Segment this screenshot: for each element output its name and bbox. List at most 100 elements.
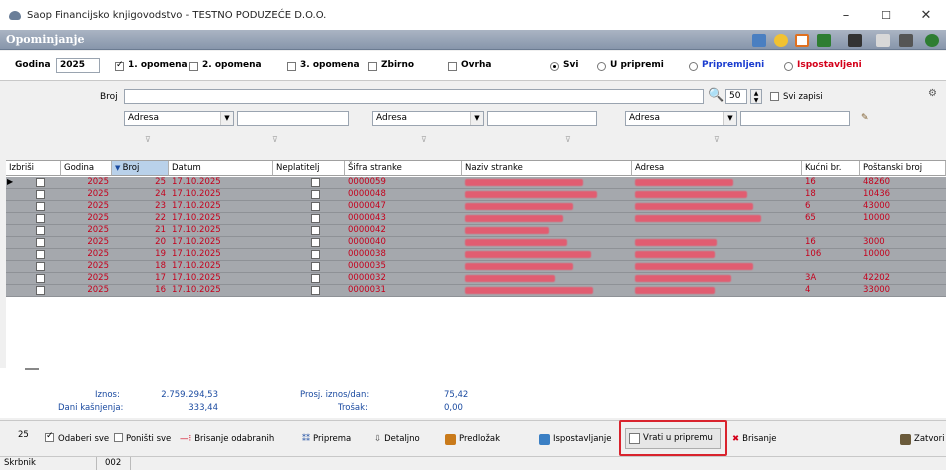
row-neplatitelj-checkbox[interactable]	[311, 274, 320, 283]
zbirno-checkbox[interactable]	[368, 62, 377, 71]
row-delete-checkbox[interactable]	[36, 214, 45, 223]
chevron-down-icon[interactable]: ▼	[470, 112, 483, 125]
cell-kucni-br: 6	[805, 201, 811, 211]
table-row[interactable]: 2025 23 17.10.2025 0000047 6 43000	[6, 201, 946, 213]
document-icon[interactable]	[795, 34, 809, 47]
table-row[interactable]: 2025 22 17.10.2025 0000043 65 10000	[6, 213, 946, 225]
row-delete-checkbox[interactable]	[36, 226, 45, 235]
filter-settings-icon[interactable]: ⚙	[928, 88, 937, 99]
table-row[interactable]: 2025 16 17.10.2025 0000031 4 33000	[6, 285, 946, 297]
column-header-naziv-stranke[interactable]: Naziv stranke	[462, 161, 632, 176]
column-header-adresa[interactable]: Adresa	[632, 161, 802, 176]
limit-spinner[interactable]: ▲ ▼	[750, 89, 762, 104]
redacted-adresa	[635, 275, 731, 282]
row-delete-checkbox[interactable]	[36, 202, 45, 211]
redacted-naziv	[465, 275, 555, 282]
svi-zapisi-checkbox[interactable]	[770, 92, 779, 101]
priprema-button[interactable]: ⁑⁑ Priprema	[302, 431, 351, 447]
odaberi-sve-checkbox[interactable]	[45, 431, 54, 442]
row-delete-checkbox[interactable]	[36, 190, 45, 199]
row-delete-checkbox[interactable]	[36, 238, 45, 247]
filter-icon[interactable]: ⊽	[272, 136, 282, 144]
excel-icon[interactable]	[817, 34, 831, 47]
pripremljeni-radio[interactable]	[689, 62, 698, 71]
ovrha-checkbox[interactable]	[448, 62, 457, 71]
priprema-icon: ⁑⁑	[302, 434, 310, 443]
row-neplatitelj-checkbox[interactable]	[311, 238, 320, 247]
print-icon[interactable]	[848, 34, 862, 47]
row-delete-checkbox[interactable]	[36, 262, 45, 271]
table-row[interactable]: 2025 21 17.10.2025 0000042	[6, 225, 946, 237]
row-neplatitelj-checkbox[interactable]	[311, 226, 320, 235]
close-button[interactable]: ✕	[906, 0, 946, 30]
row-neplatitelj-checkbox[interactable]	[311, 214, 320, 223]
search-icon[interactable]: 🔍	[708, 88, 724, 103]
column-header-sifra-stranke[interactable]: Šifra stranke	[345, 161, 462, 176]
exit-icon[interactable]	[925, 34, 939, 47]
row-delete-checkbox[interactable]	[36, 178, 45, 187]
eraser-icon[interactable]: ✎	[861, 113, 869, 123]
row-neplatitelj-checkbox[interactable]	[311, 262, 320, 271]
column-combo-1[interactable]: Adresa ▼	[124, 111, 234, 126]
settings-icon[interactable]	[876, 34, 890, 47]
table-row[interactable]: 2025 24 17.10.2025 0000048 18 10436	[6, 189, 946, 201]
predlozak-button[interactable]: Predložak	[445, 431, 500, 447]
row-neplatitelj-checkbox[interactable]	[311, 250, 320, 259]
cell-datum: 17.10.2025	[172, 177, 221, 187]
filter-icon[interactable]: ⊽	[565, 136, 575, 144]
limit-input[interactable]: 50	[725, 89, 747, 104]
table-row[interactable]: 2025 18 17.10.2025 0000035	[6, 261, 946, 273]
ispostavljanje-button[interactable]: Ispostavljanje	[539, 431, 611, 447]
column-combo-2[interactable]: Adresa ▼	[372, 111, 484, 126]
row-neplatitelj-checkbox[interactable]	[311, 190, 320, 199]
opomena3-checkbox[interactable]	[287, 62, 296, 71]
column-header-izbrisi[interactable]: Izbriši	[6, 161, 61, 176]
opomena2-checkbox[interactable]	[189, 62, 198, 71]
table-row[interactable]: ▶ 2025 25 17.10.2025 0000059 16 48260	[6, 177, 946, 189]
zatvori-button[interactable]: Zatvori	[900, 431, 944, 447]
odaberi-sve-button[interactable]: Odaberi sve	[58, 431, 109, 447]
brisanje-button[interactable]: ✖ Brisanje	[732, 431, 776, 447]
filter-icon[interactable]: ⊽	[714, 136, 724, 144]
minimize-button[interactable]: –	[826, 0, 866, 30]
brisanje-odabranih-button[interactable]: —⁝ Brisanje odabranih	[180, 431, 274, 447]
year-input[interactable]: 2025	[56, 58, 100, 73]
redacted-adresa	[635, 263, 753, 270]
table-row[interactable]: 2025 20 17.10.2025 0000040 16 3000	[6, 237, 946, 249]
title-bar: Saop Financijsko knjigovodstvo - TESTNO …	[0, 0, 946, 30]
column-header-neplatitelj[interactable]: Neplatitelj	[273, 161, 345, 176]
export-icon[interactable]	[752, 34, 766, 47]
ispostavljeni-radio[interactable]	[784, 62, 793, 71]
row-neplatitelj-checkbox[interactable]	[311, 286, 320, 295]
table-row[interactable]: 2025 19 17.10.2025 0000038 106 10000	[6, 249, 946, 261]
column-value-input-1[interactable]	[237, 111, 349, 126]
column-header-kucni-br[interactable]: Kućni br.	[802, 161, 860, 176]
chevron-down-icon[interactable]: ▼	[220, 112, 233, 125]
ponisti-sve-button[interactable]: Poništi sve	[126, 431, 171, 447]
maximize-button[interactable]: ☐	[866, 0, 906, 30]
row-delete-checkbox[interactable]	[36, 274, 45, 283]
row-delete-checkbox[interactable]	[36, 250, 45, 259]
u-pripremi-radio[interactable]	[597, 62, 606, 71]
row-neplatitelj-checkbox[interactable]	[311, 178, 320, 187]
broj-search-input[interactable]	[124, 89, 704, 104]
star-icon[interactable]	[774, 34, 788, 47]
ponisti-sve-checkbox[interactable]	[114, 433, 123, 442]
table-row[interactable]: 2025 17 17.10.2025 0000032 3A 42202	[6, 273, 946, 285]
filter-icon[interactable]: ⊽	[421, 136, 431, 144]
column-header-broj[interactable]: ▼ Broj	[112, 161, 169, 176]
row-neplatitelj-checkbox[interactable]	[311, 202, 320, 211]
svi-radio[interactable]	[550, 62, 559, 71]
column-value-input-3[interactable]	[740, 111, 850, 126]
chevron-down-icon[interactable]: ▼	[723, 112, 736, 125]
column-header-godina[interactable]: Godina	[61, 161, 112, 176]
column-header-postanski-broj[interactable]: Poštanski broj	[860, 161, 946, 176]
detaljno-button[interactable]: ⇩ Detaljno	[374, 431, 420, 447]
column-combo-3[interactable]: Adresa ▼	[625, 111, 737, 126]
column-value-input-2[interactable]	[487, 111, 597, 126]
filter-icon[interactable]: ⊽	[145, 136, 155, 144]
row-delete-checkbox[interactable]	[36, 286, 45, 295]
opomena1-checkbox[interactable]	[115, 60, 124, 71]
column-header-datum[interactable]: Datum	[169, 161, 273, 176]
tools-icon[interactable]	[899, 34, 913, 47]
